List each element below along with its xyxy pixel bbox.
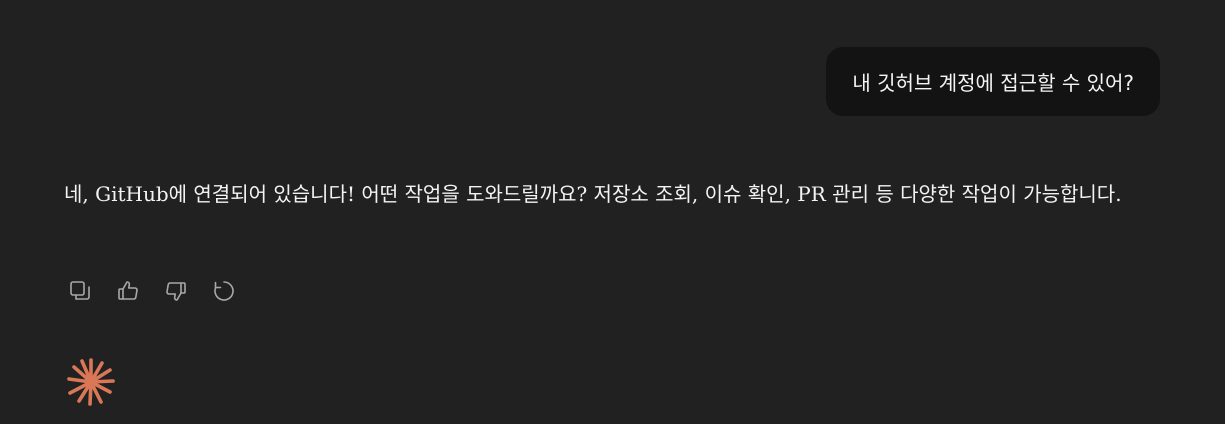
thumbs-up-icon [118, 281, 138, 300]
thumbs-down-icon [166, 282, 186, 301]
thumbs-up-button[interactable] [116, 279, 140, 303]
assistant-message-text: 네, GitHub에 연결되어 있습니다! 어떤 작업을 도와드릴까요? 저장소… [64, 182, 1122, 206]
retry-icon [214, 281, 234, 301]
user-message-text: 내 깃허브 계정에 접근할 수 있어? [852, 71, 1134, 95]
thumbs-down-button[interactable] [164, 279, 188, 303]
retry-button[interactable] [212, 279, 236, 303]
chat-view: 내 깃허브 계정에 접근할 수 있어? 네, GitHub에 연결되어 있습니다… [0, 0, 1225, 424]
copy-button[interactable] [68, 279, 92, 303]
user-message-bubble: 내 깃허브 계정에 접근할 수 있어? [826, 47, 1160, 116]
copy-icon [70, 281, 90, 300]
message-actions [68, 279, 236, 303]
claude-logo-icon [67, 358, 115, 406]
